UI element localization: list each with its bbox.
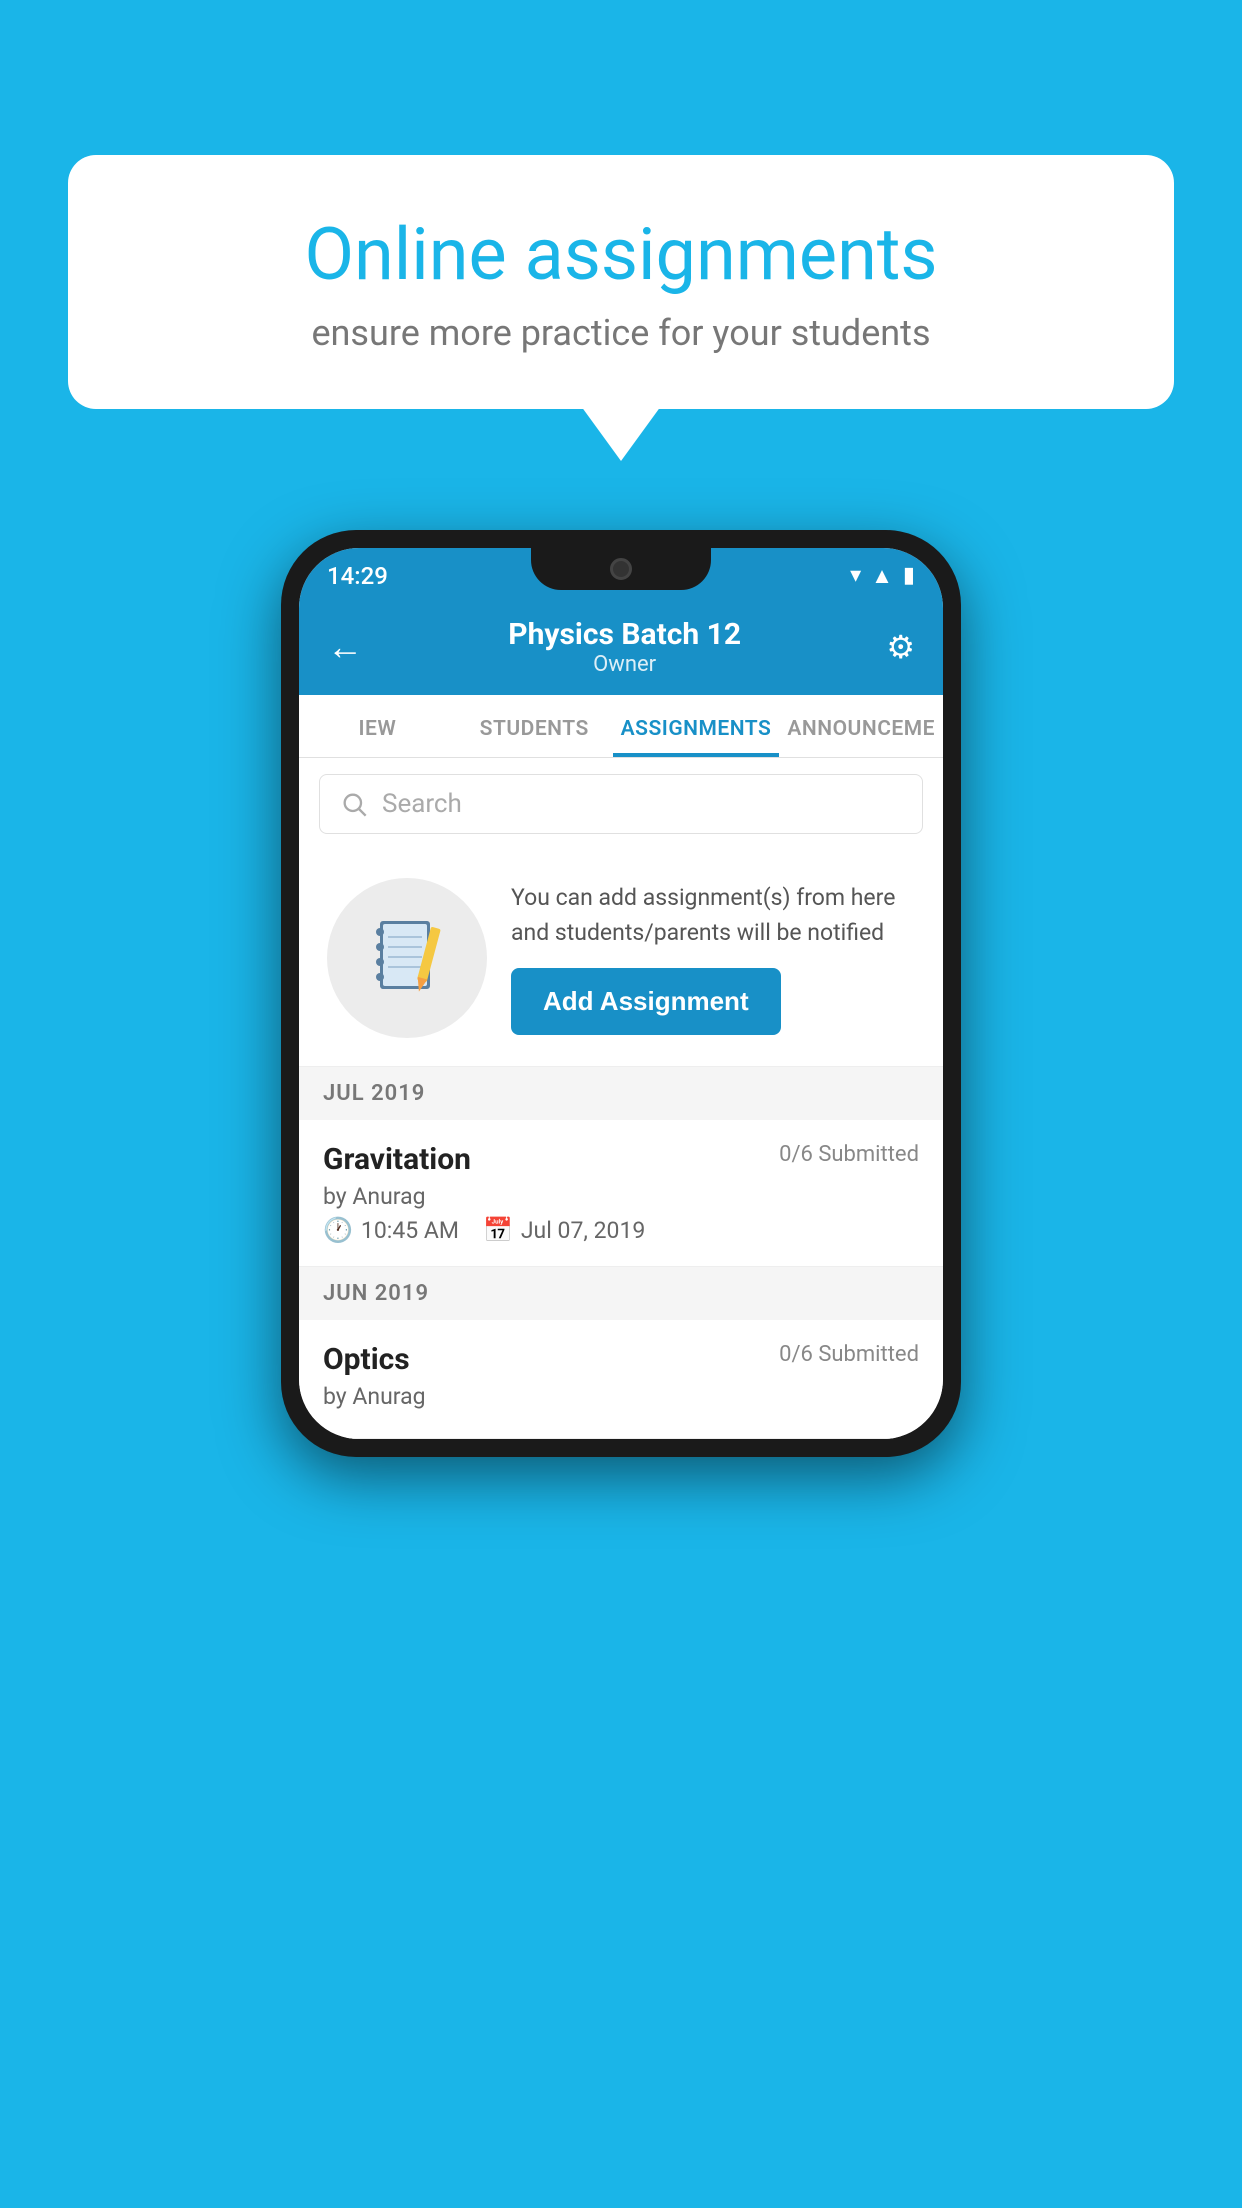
meta-date: 📅 Jul 07, 2019 — [483, 1216, 645, 1244]
phone-camera — [610, 558, 632, 580]
promo-section: You can add assignment(s) from here and … — [299, 850, 943, 1067]
tab-iew[interactable]: IEW — [299, 695, 456, 757]
assignment-submitted-optics: 0/6 Submitted — [779, 1342, 919, 1367]
assignment-top-optics: Optics 0/6 Submitted — [323, 1342, 919, 1377]
assignment-time: 10:45 AM — [361, 1217, 459, 1244]
assignment-item-gravitation[interactable]: Gravitation 0/6 Submitted by Anurag 🕐 10… — [299, 1120, 943, 1267]
search-bar: Search — [299, 758, 943, 850]
add-assignment-button[interactable]: Add Assignment — [511, 968, 781, 1035]
back-button[interactable]: ← — [327, 626, 363, 668]
signal-icon: ▲ — [871, 563, 893, 589]
search-icon — [340, 790, 368, 818]
status-icons: ▾ ▲ ▮ — [850, 563, 915, 589]
assignment-by-gravitation: by Anurag — [323, 1183, 919, 1210]
promo-content: You can add assignment(s) from here and … — [511, 881, 915, 1035]
assignment-by-optics: by Anurag — [323, 1383, 919, 1410]
month-header-jul: JUL 2019 — [299, 1067, 943, 1120]
speech-bubble-container: Online assignments ensure more practice … — [68, 155, 1174, 409]
assignment-name-gravitation: Gravitation — [323, 1142, 471, 1177]
search-placeholder: Search — [382, 789, 462, 819]
assignment-top: Gravitation 0/6 Submitted — [323, 1142, 919, 1177]
wifi-icon: ▾ — [850, 563, 861, 588]
assignment-date: Jul 07, 2019 — [521, 1217, 645, 1244]
notebook-icon — [372, 917, 442, 999]
assignment-submitted-gravitation: 0/6 Submitted — [779, 1142, 919, 1167]
promo-icon-circle — [327, 878, 487, 1038]
app-header: ← Physics Batch 12 Owner ⚙ — [299, 603, 943, 695]
battery-icon: ▮ — [903, 563, 915, 588]
phone-screen: 14:29 ▾ ▲ ▮ ← Physics Batch 12 Owner ⚙ — [299, 548, 943, 1439]
promo-description: You can add assignment(s) from here and … — [511, 881, 915, 950]
header-subtitle: Owner — [508, 652, 741, 677]
assignment-item-optics[interactable]: Optics 0/6 Submitted by Anurag — [299, 1320, 943, 1439]
clock-icon: 🕐 — [323, 1216, 353, 1244]
settings-icon[interactable]: ⚙ — [886, 628, 915, 666]
tab-assignments[interactable]: ASSIGNMENTS — [613, 695, 780, 757]
assignment-meta-gravitation: 🕐 10:45 AM 📅 Jul 07, 2019 — [323, 1216, 919, 1244]
search-input-wrap[interactable]: Search — [319, 774, 923, 834]
speech-bubble: Online assignments ensure more practice … — [68, 155, 1174, 409]
calendar-icon: 📅 — [483, 1216, 513, 1244]
status-time: 14:29 — [327, 562, 388, 590]
phone-notch — [531, 548, 711, 590]
month-header-jun: JUN 2019 — [299, 1267, 943, 1320]
tab-announcements[interactable]: ANNOUNCEME — [779, 695, 943, 757]
tabs-bar: IEW STUDENTS ASSIGNMENTS ANNOUNCEME — [299, 695, 943, 758]
tab-students[interactable]: STUDENTS — [456, 695, 613, 757]
header-center: Physics Batch 12 Owner — [508, 617, 741, 677]
speech-bubble-title: Online assignments — [138, 215, 1104, 294]
header-title: Physics Batch 12 — [508, 617, 741, 652]
meta-time: 🕐 10:45 AM — [323, 1216, 459, 1244]
speech-bubble-subtitle: ensure more practice for your students — [138, 312, 1104, 354]
phone-outer: 14:29 ▾ ▲ ▮ ← Physics Batch 12 Owner ⚙ — [281, 530, 961, 1457]
assignment-name-optics: Optics — [323, 1342, 410, 1377]
phone-wrapper: 14:29 ▾ ▲ ▮ ← Physics Batch 12 Owner ⚙ — [281, 530, 961, 1457]
